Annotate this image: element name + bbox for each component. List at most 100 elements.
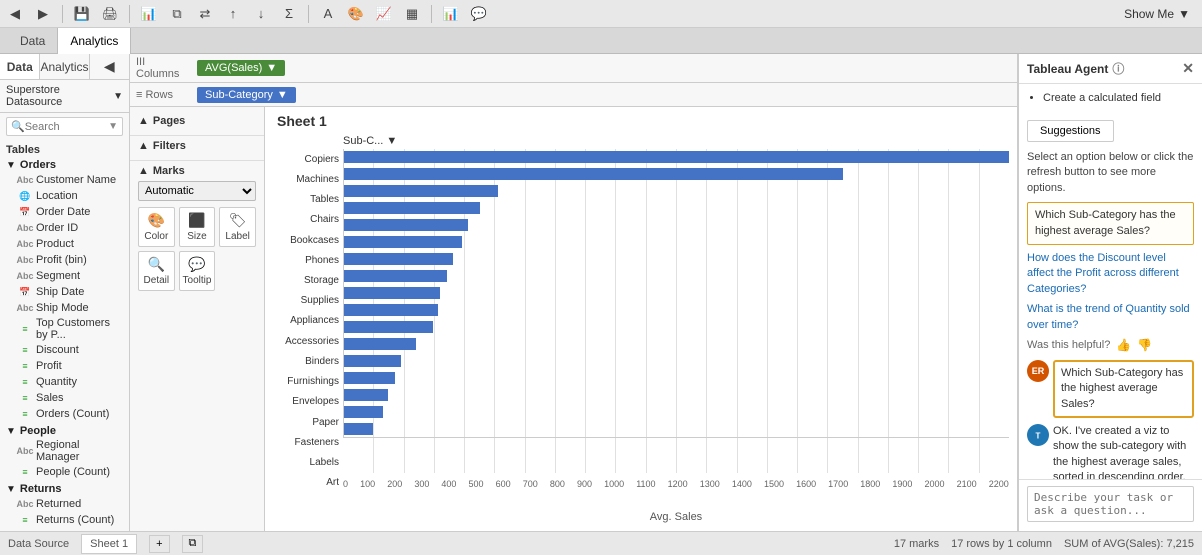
marks-header[interactable]: ▲ Marks bbox=[138, 165, 256, 177]
field-product[interactable]: AbcProduct bbox=[0, 236, 129, 252]
field-orders-count[interactable]: ≡Orders (Count) bbox=[0, 406, 129, 422]
columns-pill[interactable]: AVG(Sales) ▼ bbox=[197, 60, 285, 76]
bar-row-bookcases[interactable] bbox=[344, 217, 1009, 233]
bar-row-envelopes[interactable] bbox=[344, 353, 1009, 369]
color-btn[interactable]: 🎨 Color bbox=[138, 207, 175, 247]
duplicate-sheet-button[interactable]: ⧉ bbox=[182, 535, 204, 553]
marks-type-select[interactable]: Automatic Bar Line Area Circle bbox=[138, 181, 256, 201]
bar-row-labels[interactable] bbox=[344, 404, 1009, 420]
pages-header[interactable]: ▲ Pages bbox=[138, 115, 256, 127]
data-source-tab[interactable]: Data Source bbox=[8, 538, 69, 550]
field-returns-count[interactable]: ≡Returns (Count) bbox=[0, 512, 129, 528]
back-btn[interactable]: ◀ bbox=[4, 3, 26, 25]
highlighted-suggestion-card[interactable]: Which Sub-Category has the highest avera… bbox=[1027, 202, 1194, 245]
new-sheet-button[interactable]: + bbox=[149, 535, 169, 553]
agent-input-field[interactable] bbox=[1027, 486, 1194, 522]
bar-row-furnishings[interactable] bbox=[344, 336, 1009, 352]
field-segment[interactable]: AbcSegment bbox=[0, 268, 129, 284]
tab-data[interactable]: Data bbox=[8, 28, 58, 54]
bar-row-binders[interactable] bbox=[344, 319, 1009, 335]
bar-row-accessories[interactable] bbox=[344, 302, 1009, 318]
field-people-count[interactable]: ≡People (Count) bbox=[0, 464, 129, 480]
rows-pill[interactable]: Sub-Category ▼ bbox=[197, 87, 296, 103]
bar-row-chairs[interactable] bbox=[344, 200, 1009, 216]
bar-row-appliances[interactable] bbox=[344, 285, 1009, 301]
forward-btn[interactable]: ▶ bbox=[32, 3, 54, 25]
x-tick-1100: 1100 bbox=[636, 479, 655, 489]
abc-icon2: Abc bbox=[18, 221, 32, 235]
field-measure-names[interactable]: AbcMeasure Names bbox=[0, 530, 129, 531]
bar-row-fasteners[interactable] bbox=[344, 387, 1009, 403]
field-regional-manager[interactable]: AbcRegional Manager bbox=[0, 438, 129, 464]
sort-desc-btn[interactable]: ↓ bbox=[250, 3, 272, 25]
field-ship-date[interactable]: 📅Ship Date bbox=[0, 284, 129, 300]
field-returned[interactable]: AbcReturned bbox=[0, 496, 129, 512]
filter-icon[interactable]: ▼ bbox=[108, 121, 118, 132]
agent-close-button[interactable]: ✕ bbox=[1182, 60, 1194, 77]
field-order-id[interactable]: AbcOrder ID bbox=[0, 220, 129, 236]
field-location[interactable]: 🌐Location bbox=[0, 188, 129, 204]
chart-btn[interactable]: 📊 bbox=[440, 3, 462, 25]
label-btn[interactable]: 🏷 Label bbox=[219, 207, 256, 247]
duplicate-btn[interactable]: ⧉ bbox=[166, 3, 188, 25]
bar-row-tables[interactable] bbox=[344, 183, 1009, 199]
sum-btn[interactable]: Σ bbox=[278, 3, 300, 25]
field-order-date[interactable]: 📅Order Date bbox=[0, 204, 129, 220]
bar-row-phones[interactable] bbox=[344, 234, 1009, 250]
swap-btn[interactable]: ⇄ bbox=[194, 3, 216, 25]
color-btn[interactable]: 🎨 bbox=[345, 3, 367, 25]
sort-asc-btn[interactable]: ↑ bbox=[222, 3, 244, 25]
datasource-menu-icon[interactable]: ▼ bbox=[113, 91, 123, 102]
bar-row-storage[interactable] bbox=[344, 251, 1009, 267]
bar-row-copiers[interactable] bbox=[344, 149, 1009, 165]
bar-row-machines[interactable] bbox=[344, 166, 1009, 182]
sheet-1-tab[interactable]: Sheet 1 bbox=[81, 534, 137, 554]
tab-analytics[interactable]: Analytics bbox=[58, 28, 131, 54]
filters-header[interactable]: ▲ Filters bbox=[138, 140, 256, 152]
field-top-customers[interactable]: ≡Top Customers by P... bbox=[0, 316, 129, 342]
field-discount[interactable]: ≡Discount bbox=[0, 342, 129, 358]
print-btn[interactable]: 🖨 bbox=[99, 3, 121, 25]
field-profit-bin[interactable]: AbcProfit (bin) bbox=[0, 252, 129, 268]
returns-label: Returns bbox=[20, 483, 62, 495]
search-input[interactable] bbox=[25, 121, 108, 133]
detail-btn[interactable]: 🔍 Detail bbox=[138, 251, 175, 291]
sidebar-tab-analytics[interactable]: Analytics bbox=[40, 54, 89, 79]
field-sales[interactable]: ≡Sales bbox=[0, 390, 129, 406]
fit-btn[interactable]: ▦ bbox=[401, 3, 423, 25]
orders-group-header[interactable]: ▼ Orders bbox=[0, 158, 129, 172]
bar-row-art[interactable] bbox=[344, 421, 1009, 437]
highlight-btn[interactable]: A bbox=[317, 3, 339, 25]
field-quantity[interactable]: ≡Quantity bbox=[0, 374, 129, 390]
field-ship-mode[interactable]: AbcShip Mode bbox=[0, 300, 129, 316]
toolbar: ◀ ▶ 💾 🖨 📊 ⧉ ⇄ ↑ ↓ Σ A 🎨 📈 ▦ 📊 💬 Show Me … bbox=[0, 0, 1202, 28]
thumbs-down-icon-1[interactable]: 👎 bbox=[1137, 338, 1152, 352]
chart-wrapper: Sheet 1 Sub-C... ▼ CopiersMachinesTables… bbox=[265, 107, 1017, 531]
tooltip-btn[interactable]: 💬 Tooltip bbox=[179, 251, 216, 291]
people-group-header[interactable]: ▼ People bbox=[0, 424, 129, 438]
returns-group: ▼ Returns AbcReturned ≡Returns (Count) bbox=[0, 482, 129, 528]
sum-info: SUM of AVG(Sales): 7,215 bbox=[1064, 538, 1194, 550]
bar-row-paper[interactable] bbox=[344, 370, 1009, 386]
suggestions-button-1[interactable]: Suggestions bbox=[1027, 120, 1114, 142]
tab-bar: Data Analytics bbox=[0, 28, 1202, 54]
agent-response-row: T OK. I've created a viz to show the sub… bbox=[1027, 424, 1194, 479]
sidebar-tab-data[interactable]: Data bbox=[0, 54, 40, 79]
line-btn[interactable]: 📈 bbox=[373, 3, 395, 25]
bar-row-supplies[interactable] bbox=[344, 268, 1009, 284]
x-tick-1300: 1300 bbox=[700, 479, 720, 489]
suggestion-2[interactable]: What is the trend of Quantity sold over … bbox=[1027, 302, 1194, 333]
caption-btn[interactable]: 💬 bbox=[468, 3, 490, 25]
save-btn[interactable]: 💾 bbox=[71, 3, 93, 25]
suggestion-1[interactable]: How does the Discount level affect the P… bbox=[1027, 251, 1194, 297]
thumbs-up-icon-1[interactable]: 👍 bbox=[1116, 338, 1131, 352]
y-label-storage: Storage bbox=[273, 273, 339, 289]
agent-info-icon[interactable]: ⓘ bbox=[1112, 60, 1124, 77]
field-profit[interactable]: ≡Profit bbox=[0, 358, 129, 374]
returns-group-header[interactable]: ▼ Returns bbox=[0, 482, 129, 496]
size-btn[interactable]: ⬛ Size bbox=[179, 207, 216, 247]
new-sheet-btn[interactable]: 📊 bbox=[138, 3, 160, 25]
sidebar-collapse-btn[interactable]: ◀ bbox=[90, 54, 129, 79]
field-customer-name[interactable]: AbcCustomer Name bbox=[0, 172, 129, 188]
show-me-button[interactable]: Show Me ▼ bbox=[1116, 5, 1198, 23]
